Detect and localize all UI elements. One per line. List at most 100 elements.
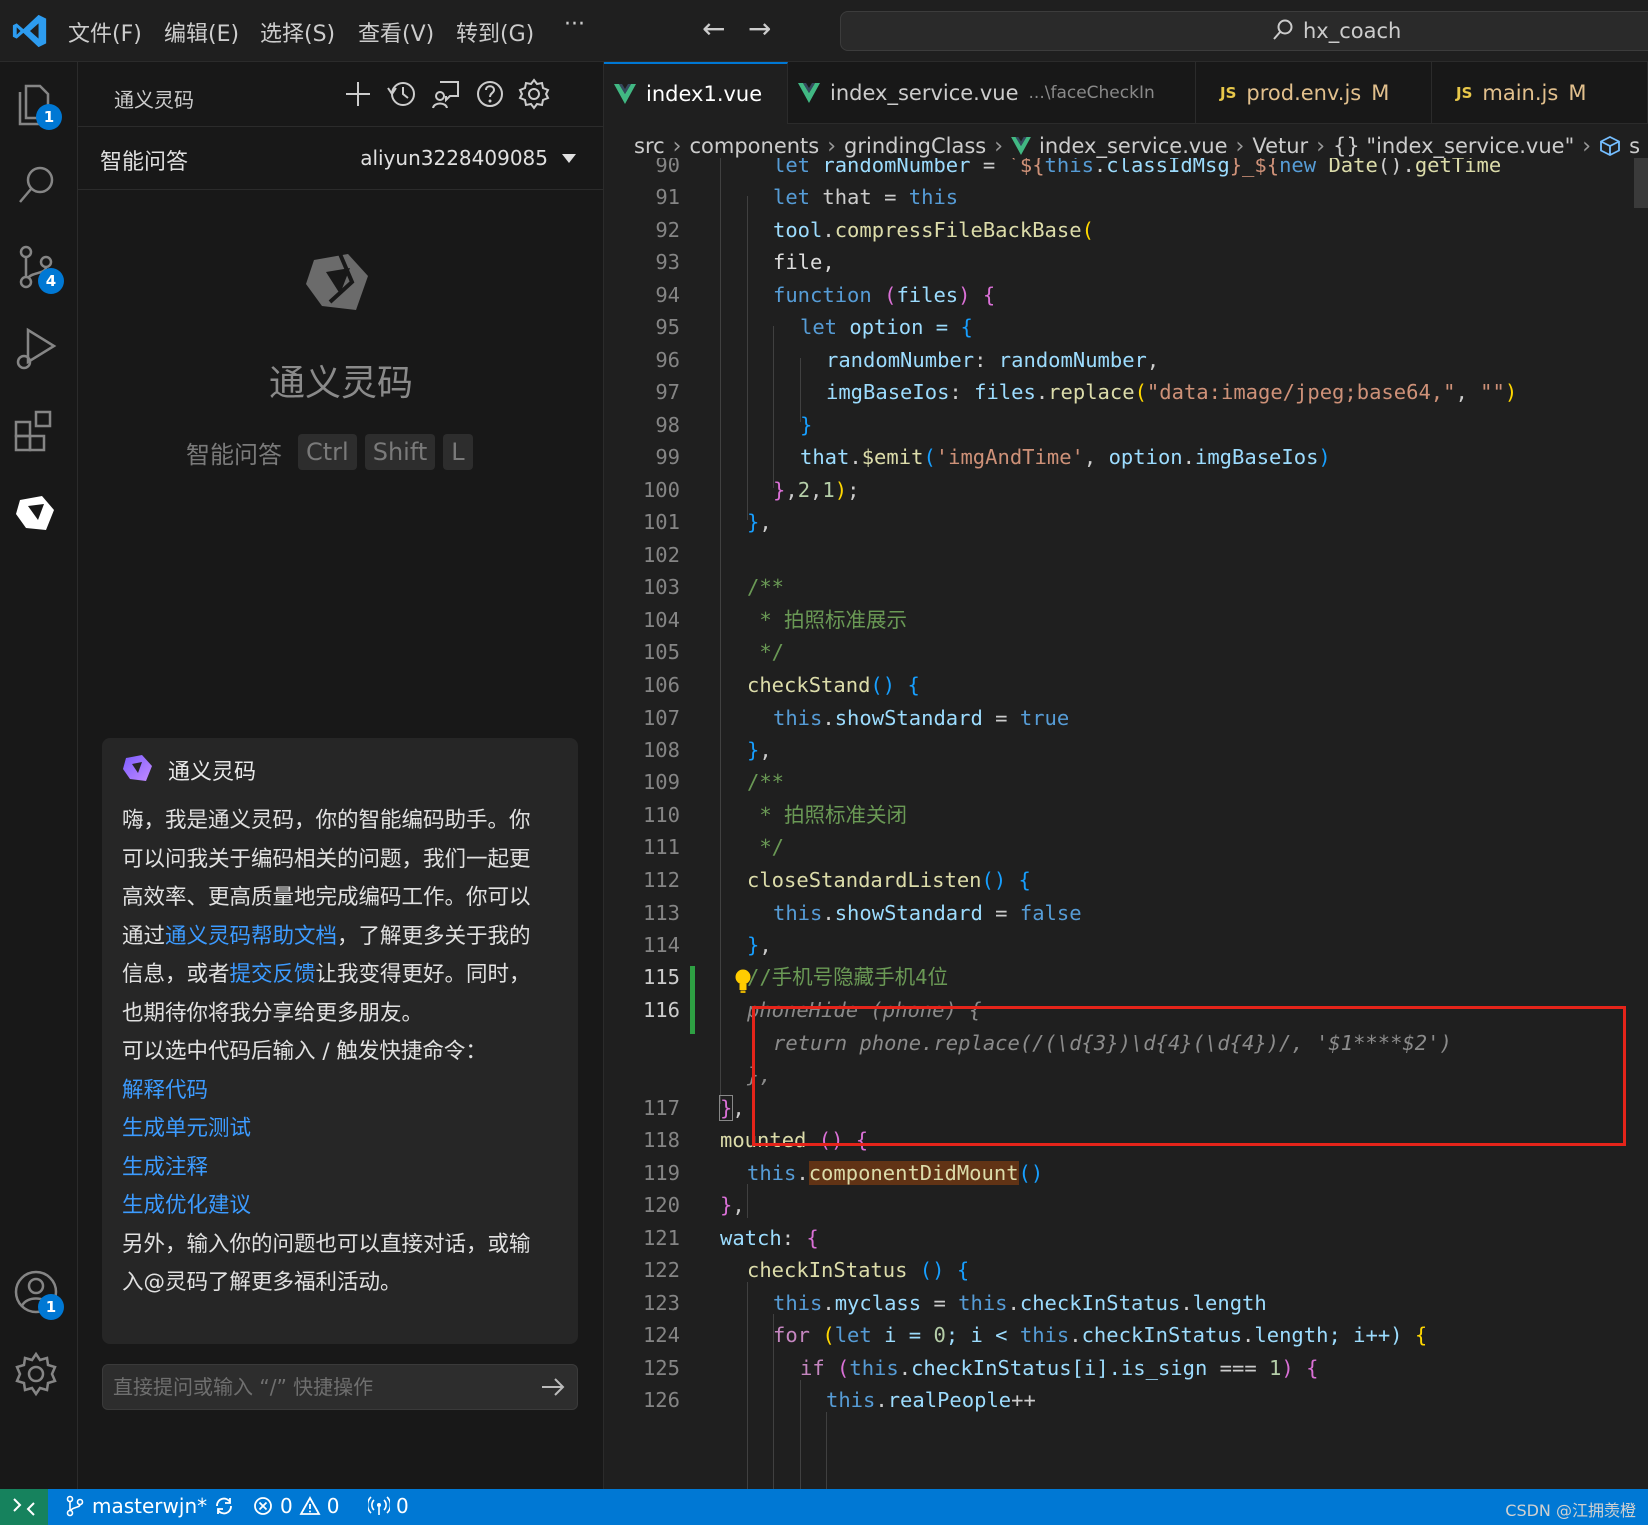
vue-file-icon [798,83,820,103]
sync-icon[interactable] [213,1495,235,1517]
code-comment: /** [747,575,785,599]
generate-unit-test-command[interactable]: 生成单元测试 [122,1110,542,1149]
go-back-button[interactable]: ← [702,12,725,45]
code-editor[interactable]: 90 let randomNumber = `${this.classIdMsg… [604,158,1648,1489]
menu-file[interactable]: 文件(F) [68,16,142,48]
generate-comment-command[interactable]: 生成注释 [122,1149,542,1188]
source-control-button[interactable]: 4 [12,242,64,294]
gear-icon [15,1351,57,1397]
indent-guide [826,1412,827,1489]
menu-go[interactable]: 转到(G) [456,16,534,48]
menu-view[interactable]: 查看(V) [358,16,434,48]
line-number: 123 [642,1291,680,1315]
code-text: }, [718,1095,745,1121]
breadcrumb-symbol[interactable]: {} "index_service.vue" [1333,134,1574,158]
line-number: 120 [642,1193,680,1217]
code-line: 126 this.realPeople++ [604,1383,1648,1417]
explorer-badge: 1 [36,104,62,130]
code-line: 123 this.myclass = this.checkInStatus.le… [604,1286,1648,1320]
remote-indicator[interactable] [0,1489,48,1525]
breadcrumb-symbol-2[interactable]: s [1629,134,1640,158]
breadcrumb-vetur[interactable]: Vetur [1252,134,1308,158]
cube-symbol-icon [1600,135,1620,157]
line-number: 111 [642,835,680,859]
breadcrumb-grindingclass[interactable]: grindingClass [844,134,986,158]
tab-index-service-vue[interactable]: index_service.vue ...\faceCheckIn [788,62,1196,124]
tab-prod-env-js[interactable]: JS prod.env.js M [1196,62,1432,124]
code-text: file, [773,250,835,274]
accounts-button[interactable]: 1 [12,1268,64,1320]
help-docs-link[interactable]: 通义灵码帮助文档 [165,924,337,949]
line-number: 98 [655,413,680,437]
chat-input[interactable] [113,1371,513,1403]
status-bar: masterwjn* 0 0 0 CSDN @江拥羡橙 [0,1489,1648,1525]
tab-index1-vue[interactable]: index1.vue [604,62,788,124]
run-debug-button[interactable] [12,324,62,374]
branch-indicator[interactable]: masterwjn* [64,1494,235,1518]
line-number: 91 [655,185,680,209]
breadcrumb-components[interactable]: components [689,134,819,158]
warning-count: 0 [326,1494,340,1518]
search-view-button[interactable] [12,160,62,210]
tab-label: index_service.vue [830,81,1019,105]
history-icon[interactable] [386,78,418,110]
remote-icon [13,1498,35,1516]
tab-main-js[interactable]: JS main.js M [1432,62,1648,124]
code-text: closeStandardListen() { [747,868,1031,892]
code-line: 122 checkInStatus () { [604,1253,1648,1287]
manage-settings-button[interactable] [12,1350,62,1400]
tongyi-lingma-button[interactable] [12,488,62,538]
shortcut-hint-label: 智能问答 [186,440,282,469]
go-forward-button[interactable]: → [748,12,771,45]
send-arrow-icon[interactable] [539,1373,567,1401]
code-text: let that = this [773,185,959,209]
feedback-link[interactable]: 提交反馈 [230,962,316,987]
breadcrumb-file[interactable]: index_service.vue [1039,134,1228,158]
line-number: 103 [642,575,680,599]
generate-optimization-command[interactable]: 生成优化建议 [122,1187,542,1226]
tab-label: index1.vue [646,82,763,106]
code-comment: /** [747,770,785,794]
more-menu-button[interactable]: ··· [564,12,585,37]
chat-input-box[interactable] [102,1364,578,1410]
branch-name: masterwjn* [92,1494,208,1518]
tongyi-lingma-icon [16,496,54,530]
line-number: 92 [655,218,680,242]
command-center-search[interactable]: hx_coach [840,11,1648,51]
chevron-right-icon: › [827,133,837,159]
explorer-button[interactable]: 1 [12,78,62,130]
line-number: 125 [642,1356,680,1380]
code-line: 112 closeStandardListen() { [604,863,1648,897]
tab-description: ...\faceCheckIn [1028,83,1155,103]
account-dropdown[interactable]: aliyun3228409085 [360,146,548,170]
code-line: 115 //手机号隐藏手机4位 [604,960,1648,994]
breadcrumb-src[interactable]: src [634,134,665,158]
extensions-button[interactable] [12,406,62,456]
line-number: 102 [642,543,680,567]
ports-indicator[interactable]: 0 [368,1494,409,1518]
line-number: 107 [642,706,680,730]
line-number: 96 [655,348,680,372]
menu-edit[interactable]: 编辑(E) [164,16,239,48]
chevron-right-icon: › [994,133,1004,159]
workspace-name: hx_coach [1303,19,1402,43]
line-number: 126 [642,1388,680,1412]
title-bar: 文件(F) 编辑(E) 选择(S) 查看(V) 转到(G) ··· ← → hx… [0,0,1648,62]
tab-label: main.js [1482,81,1559,105]
feedback-icon[interactable] [430,78,462,110]
broadcast-icon [368,1496,390,1515]
line-number: 104 [642,608,680,632]
code-text: } [800,413,813,437]
chevron-down-icon[interactable] [562,154,576,163]
panel-title: 通义灵码 [114,88,194,112]
menu-selection[interactable]: 选择(S) [260,16,335,48]
explain-code-command[interactable]: 解释代码 [122,1072,542,1111]
code-text: that.$emit('imgAndTime', option.imgBaseI… [800,445,1331,469]
warning-icon [299,1496,321,1515]
assistant-name: 通义灵码 [168,760,257,785]
help-icon[interactable] [474,78,506,110]
new-chat-icon[interactable] [342,78,374,110]
line-number: 122 [642,1258,680,1282]
gear-icon[interactable] [518,78,550,110]
problems-indicator[interactable]: 0 0 [252,1494,339,1518]
